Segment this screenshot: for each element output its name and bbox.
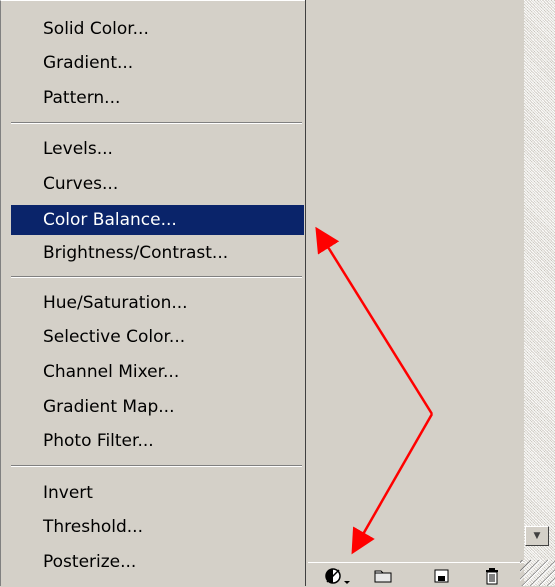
menu-item-gradient-map[interactable]: Gradient Map... (11, 395, 304, 419)
layers-panel (306, 0, 524, 586)
layers-toolbar (308, 562, 524, 587)
menu-item-brightness-contrast[interactable]: Brightness/Contrast... (11, 241, 304, 265)
menu-item-photo-filter[interactable]: Photo Filter... (11, 429, 304, 453)
menu-separator (11, 122, 302, 124)
menu-item-hue-saturation[interactable]: Hue/Saturation... (11, 291, 304, 315)
menu-item-channel-mixer[interactable]: Channel Mixer... (11, 360, 304, 384)
scroll-down-button[interactable]: ▼ (525, 526, 549, 546)
adjustment-layer-menu: Solid Color... Gradient... Pattern... Le… (0, 0, 305, 586)
menu-item-threshold[interactable]: Threshold... (11, 515, 304, 539)
trash-icon[interactable] (484, 567, 500, 585)
menu-item-pattern[interactable]: Pattern... (11, 86, 304, 110)
scrollbar-track[interactable] (524, 0, 555, 586)
menu-separator (11, 465, 302, 467)
folder-icon[interactable] (374, 567, 392, 585)
menu-item-color-balance[interactable]: Color Balance... (11, 205, 304, 235)
menu-item-curves[interactable]: Curves... (11, 172, 304, 196)
menu-item-selective-color[interactable]: Selective Color... (11, 325, 304, 349)
menu-item-posterize[interactable]: Posterize... (11, 550, 304, 574)
menu-item-solid-color[interactable]: Solid Color... (11, 17, 304, 41)
resize-grip[interactable] (520, 560, 555, 586)
menu-item-gradient[interactable]: Gradient... (11, 51, 304, 75)
menu-item-invert[interactable]: Invert (11, 481, 304, 505)
adjustment-layer-icon[interactable] (324, 567, 352, 585)
menu-item-levels[interactable]: Levels... (11, 137, 304, 161)
new-layer-icon[interactable] (432, 567, 450, 585)
menu-separator (11, 276, 302, 278)
